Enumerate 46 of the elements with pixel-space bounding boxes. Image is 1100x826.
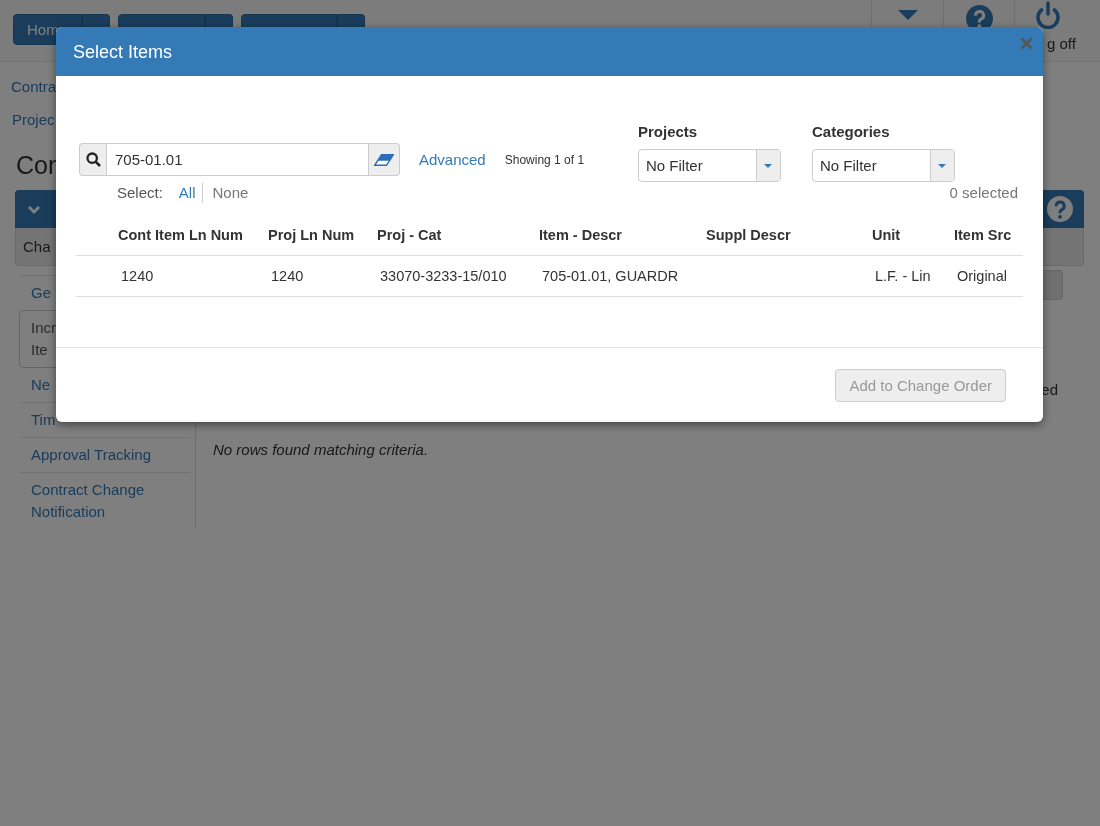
column-header[interactable]: Proj - Cat [371, 215, 533, 256]
filter-label: Categories [812, 122, 890, 142]
close-icon[interactable] [1020, 37, 1033, 50]
table-cell: L.F. - Lin [866, 255, 948, 297]
column-header[interactable]: Suppl Descr [700, 215, 866, 256]
clear-button[interactable] [369, 143, 400, 176]
select-link[interactable]: All [178, 183, 196, 203]
selected-count: 0 selected [949, 183, 1018, 203]
breadcrumb-link[interactable]: Contra [11, 77, 57, 97]
search-field[interactable]: 705-01.01 [106, 143, 369, 176]
chevron-down-icon[interactable] [27, 203, 41, 215]
power-icon[interactable] [1035, 1, 1061, 29]
empty-message: No rows found matching criteria. [213, 440, 429, 460]
sidebar-link[interactable]: Approval Tracking [31, 444, 152, 466]
caret-down-icon[interactable] [756, 150, 780, 181]
table-cell: 1240 [262, 255, 371, 297]
filter-label: Projects [638, 122, 698, 142]
help-icon[interactable] [1047, 196, 1073, 222]
select-label: Select: [117, 183, 163, 203]
breadcrumb-link[interactable]: Projec [12, 110, 55, 130]
column-header[interactable]: Cont Item Ln Num [112, 215, 262, 256]
tab[interactable]: Cha [23, 236, 51, 257]
result-count: Showing 1 of 1 [504, 151, 585, 168]
sidebar-link[interactable]: Ne [31, 374, 51, 396]
column-header[interactable]: Proj Ln Num [262, 215, 371, 256]
sidebar-link[interactable]: Incr Ite [31, 317, 56, 361]
table-cell: 33070-3233-15/010 [371, 255, 533, 297]
column-header[interactable]: Item - Descr [533, 215, 700, 256]
caret-down-icon[interactable] [930, 150, 954, 181]
filter-dropdown[interactable]: No Filter [812, 149, 955, 182]
caret-down-icon[interactable] [897, 10, 918, 20]
column-header[interactable]: Unit [866, 215, 948, 256]
sidebar-link[interactable]: Tim [31, 409, 56, 431]
filter-dropdown[interactable]: No Filter [638, 149, 781, 182]
table-cell: Original [948, 255, 1023, 297]
table-cell: 705-01.01, GUARDR [533, 255, 700, 297]
eraser-icon[interactable] [374, 153, 394, 166]
sidebar-link[interactable]: Contract Change Notification [31, 479, 145, 523]
advanced-link[interactable]: Advanced [419, 149, 486, 170]
column-header[interactable]: Item Src [948, 215, 1023, 256]
table-row[interactable]: 1240 1240 33070-3233-15/010 705-01.01, GUARDR L.F. - Lin Original [76, 255, 1023, 297]
search-button[interactable] [79, 143, 106, 176]
nav-item-label[interactable]: g off [1047, 34, 1076, 54]
sidebar-link[interactable]: Ge [31, 282, 51, 304]
table-cell: 1240 [112, 255, 262, 297]
search-icon[interactable] [85, 152, 101, 167]
